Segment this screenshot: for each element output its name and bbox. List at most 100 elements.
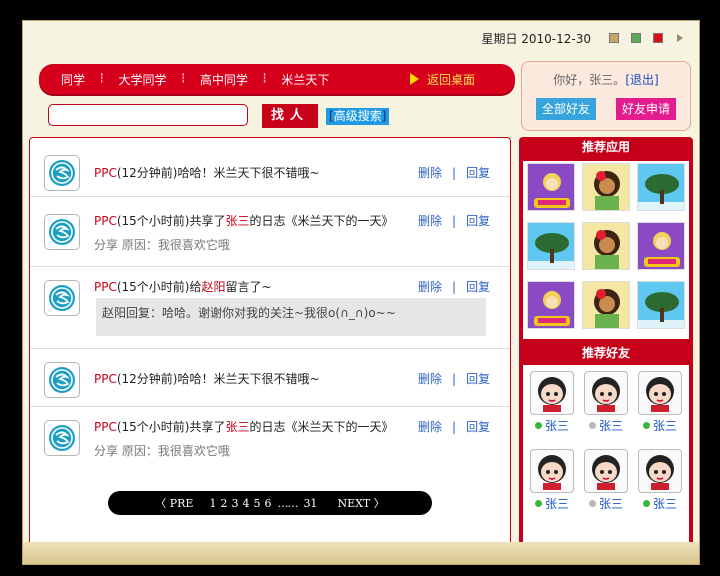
action-separator: |	[452, 372, 457, 386]
reply-message: 赵阳回复：哈哈。谢谢你对我的关注~我很o(∩_∩)o~~	[96, 298, 486, 336]
friend-name[interactable]: 张三	[545, 495, 569, 512]
tree-icon[interactable]	[527, 222, 575, 270]
feed-item: PPC(12分钟前)哈哈！米兰天下很不错哦~ 删除 | 回复	[30, 348, 510, 407]
friend-card[interactable]: 张三	[582, 449, 630, 512]
delete-button[interactable]: 删除	[418, 420, 442, 434]
feed-message: 哈哈！米兰天下很不错哦~	[177, 372, 320, 386]
online-status-icon	[534, 500, 542, 507]
user-avatar[interactable]	[44, 280, 80, 316]
page-link-last[interactable]: 31	[303, 497, 317, 510]
friend-name[interactable]: 张三	[545, 417, 569, 434]
person-avatar-icon	[538, 455, 566, 490]
feed-text: PPC(12分钟前)哈哈！米兰天下很不错哦~	[94, 164, 320, 181]
main-nav: 同学 ┇ 大学同学 ┇ 高中同学 ┇ 米兰天下 返回桌面	[39, 64, 515, 94]
feed-text: PPC(12分钟前)哈哈！米兰天下很不错哦~	[94, 370, 320, 387]
bracket-close: ]	[381, 109, 387, 123]
reply-button[interactable]: 回复	[466, 280, 490, 294]
feed-target[interactable]: 张三	[226, 420, 250, 434]
feed-user[interactable]: PPC	[94, 214, 117, 228]
pagination: 〈 PRE 1 2 3 4 5 6 …… 31 NEXT 〉	[108, 491, 432, 515]
nav-separator: ┇	[261, 74, 268, 84]
friend-avatar[interactable]	[584, 371, 628, 415]
theme-swatch-red[interactable]	[653, 33, 663, 43]
friend-card[interactable]: 张三	[528, 449, 576, 512]
character-icon[interactable]	[582, 222, 630, 270]
user-avatar[interactable]	[44, 155, 80, 191]
game-icon[interactable]	[637, 222, 685, 270]
friend-name[interactable]: 张三	[653, 417, 677, 434]
next-page-button[interactable]: NEXT 〉	[337, 495, 384, 511]
page-link[interactable]: 3	[231, 497, 238, 510]
person-avatar-icon	[592, 455, 620, 490]
friend-card[interactable]: 张三	[528, 371, 576, 434]
friend-avatar[interactable]	[584, 449, 628, 493]
action-separator: |	[452, 166, 457, 180]
reply-button[interactable]: 回复	[466, 372, 490, 386]
reply-button[interactable]: 回复	[466, 420, 490, 434]
arrow-right-icon[interactable]	[677, 34, 683, 42]
logout-link[interactable]: [退出]	[625, 73, 658, 87]
friend-request-button[interactable]: 好友申请	[615, 98, 676, 120]
feed-user[interactable]: PPC	[94, 372, 117, 386]
page-link[interactable]: 1	[209, 497, 216, 510]
prev-page-button[interactable]: 〈 PRE	[155, 495, 193, 511]
page-link[interactable]: 5	[253, 497, 260, 510]
friend-avatar[interactable]	[638, 449, 682, 493]
game-icon[interactable]	[527, 163, 575, 211]
delete-button[interactable]: 删除	[418, 214, 442, 228]
back-to-desktop-button[interactable]: 返回桌面	[409, 71, 475, 88]
all-friends-button[interactable]: 全部好友	[536, 98, 597, 120]
nav-item-university[interactable]: 大学同学	[118, 71, 166, 88]
nav-item-milan[interactable]: 米兰天下	[281, 71, 329, 88]
tree-icon[interactable]	[637, 281, 685, 329]
theme-swatch-tan[interactable]	[609, 33, 619, 43]
feed-text: PPC(15个小时前)共享了张三的日志《米兰天下的一天》	[94, 418, 394, 435]
delete-button[interactable]: 删除	[418, 280, 442, 294]
friend-name[interactable]: 张三	[599, 495, 623, 512]
friend-name[interactable]: 张三	[599, 417, 623, 434]
delete-button[interactable]: 删除	[418, 166, 442, 180]
user-avatar[interactable]	[44, 214, 80, 250]
friend-card[interactable]: 张三	[582, 371, 630, 434]
search-input[interactable]	[48, 104, 248, 126]
online-status-icon	[642, 422, 650, 429]
advanced-search-button[interactable]: [高级搜索]	[326, 108, 390, 125]
page-link[interactable]: 2	[220, 497, 227, 510]
friend-avatar[interactable]	[638, 371, 682, 415]
friend-card[interactable]: 张三	[636, 449, 684, 512]
character-icon[interactable]	[582, 163, 630, 211]
person-avatar-icon	[646, 377, 674, 412]
feed-target[interactable]: 赵阳	[202, 280, 226, 294]
nav-item-classmates[interactable]: 同学	[61, 71, 85, 88]
back-label: 返回桌面	[426, 72, 475, 87]
page-link[interactable]: 6	[264, 497, 271, 510]
friend-card[interactable]: 张三	[636, 371, 684, 434]
game-icon[interactable]	[527, 281, 575, 329]
tree-icon[interactable]	[637, 163, 685, 211]
feed-user[interactable]: PPC	[94, 420, 117, 434]
reply-button[interactable]: 回复	[466, 214, 490, 228]
feed-message: 的日志《米兰天下的一天》	[249, 214, 394, 228]
feed-user[interactable]: PPC	[94, 166, 117, 180]
user-avatar[interactable]	[44, 420, 80, 456]
page-link[interactable]: 4	[242, 497, 249, 510]
page-ellipsis: ……	[277, 496, 298, 510]
friend-name[interactable]: 张三	[653, 495, 677, 512]
search-button[interactable]: 找人	[262, 104, 318, 128]
top-bar: 星期日 2010-12-30	[23, 21, 699, 55]
theme-swatch-green[interactable]	[631, 33, 641, 43]
friend-avatar[interactable]	[530, 371, 574, 415]
action-separator: |	[452, 214, 457, 228]
friend-avatar[interactable]	[530, 449, 574, 493]
date-display: 星期日 2010-12-30	[481, 31, 591, 46]
advanced-search-label: 高级搜索	[333, 109, 382, 123]
action-separator: |	[452, 280, 457, 294]
reply-button[interactable]: 回复	[466, 166, 490, 180]
nav-item-highschool[interactable]: 高中同学	[200, 71, 248, 88]
delete-button[interactable]: 删除	[418, 372, 442, 386]
feed-user[interactable]: PPC	[94, 280, 117, 294]
feed-target[interactable]: 张三	[226, 214, 250, 228]
user-avatar[interactable]	[44, 362, 80, 398]
offline-status-icon	[588, 422, 596, 429]
character-icon[interactable]	[582, 281, 630, 329]
